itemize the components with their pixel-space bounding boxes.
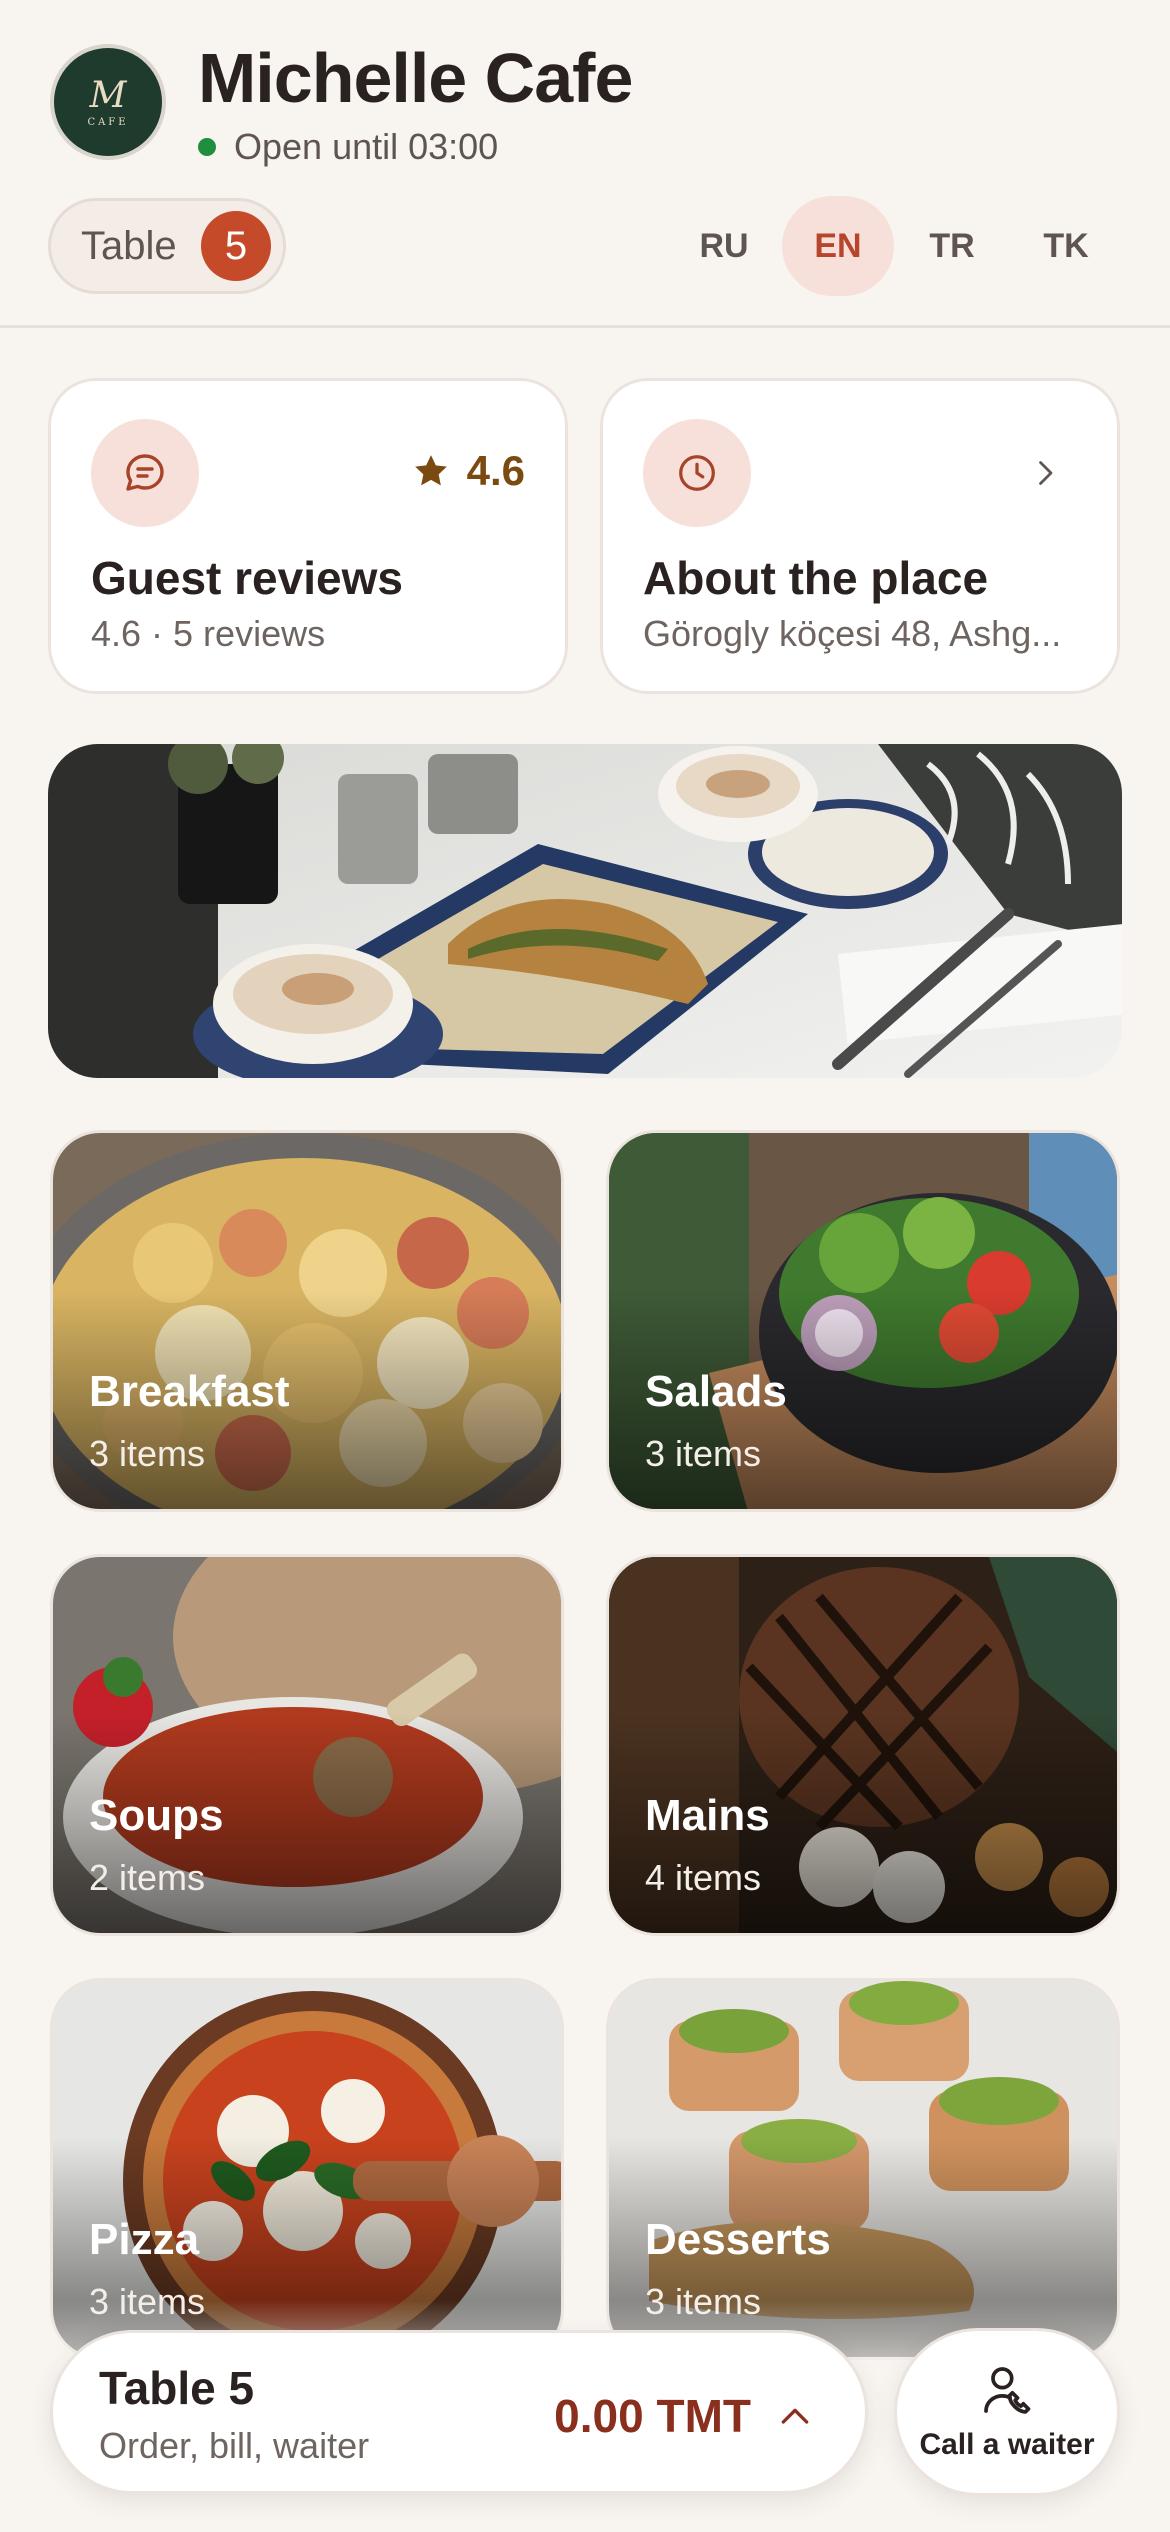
order-table-title: Table 5	[99, 2362, 255, 2414]
lang-ru[interactable]: RU	[668, 196, 780, 296]
category-count: 2 items	[89, 1857, 206, 1898]
category-card-salads[interactable]: Salads 3 items	[606, 1130, 1120, 1512]
cafe-logo: M CAFE	[50, 44, 166, 160]
table-number: 5	[201, 211, 271, 281]
chat-bubble-icon	[91, 419, 199, 527]
category-name: Desserts	[645, 2215, 831, 2264]
star-icon	[414, 455, 447, 486]
category-card-breakfast[interactable]: Breakfast 3 items	[50, 1130, 564, 1512]
order-total: 0.00 TMT	[554, 2390, 751, 2442]
chevron-up-icon	[781, 2408, 809, 2424]
order-summary-bar[interactable]: Table 5 Order, bill, waiter 0.00 TMT	[50, 2330, 868, 2494]
table-label: Table	[81, 223, 177, 268]
clock-icon	[643, 419, 751, 527]
reviews-subtitle: 4.6 · 5 reviews	[91, 613, 326, 654]
category-count: 3 items	[645, 1433, 762, 1474]
lang-en[interactable]: EN	[782, 196, 894, 296]
order-subtitle: Order, bill, waiter	[99, 2425, 370, 2466]
category-card-soups[interactable]: Soups 2 items	[50, 1554, 564, 1936]
rating-value: 4.6	[466, 447, 525, 494]
about-address: Görogly köçesi 48, Ashg...	[643, 613, 1062, 654]
language-switcher: RU EN TR TK	[668, 196, 1124, 296]
person-phone-icon	[984, 2367, 1031, 2414]
category-name: Soups	[89, 1791, 224, 1840]
call-waiter-label: Call a waiter	[919, 2428, 1095, 2461]
call-waiter-button[interactable]: Call a waiter	[894, 2328, 1120, 2496]
reviews-title: Guest reviews	[91, 552, 403, 604]
status-text: Open until 03:00	[234, 126, 499, 167]
category-name: Salads	[645, 1367, 787, 1416]
hero-image	[48, 744, 1122, 1078]
category-count: 4 items	[645, 1857, 762, 1898]
cafe-name: Michelle Cafe	[198, 39, 633, 117]
table-badge[interactable]: Table 5	[48, 198, 286, 294]
lang-tr[interactable]: TR	[896, 196, 1008, 296]
about-place-card[interactable]: About the place Görogly köçesi 48, Ashg.…	[600, 378, 1120, 694]
lang-tk[interactable]: TK	[1010, 196, 1122, 296]
chevron-right-icon	[1039, 461, 1053, 485]
category-name: Mains	[645, 1791, 770, 1840]
open-status: Open until 03:00	[198, 126, 498, 168]
about-title: About the place	[643, 552, 989, 604]
logo-letter: M	[89, 74, 127, 116]
category-card-mains[interactable]: Mains 4 items	[606, 1554, 1120, 1936]
logo-subtext: CAFE	[87, 116, 129, 128]
category-name: Pizza	[89, 2215, 200, 2264]
category-count: 3 items	[89, 1433, 206, 1474]
rating: 4.6	[411, 447, 525, 495]
guest-reviews-card[interactable]: 4.6 Guest reviews 4.6 · 5 reviews	[48, 378, 568, 694]
status-dot-icon	[198, 138, 216, 156]
category-name: Breakfast	[89, 1367, 290, 1416]
header: M CAFE Michelle Cafe Open until 03:00 Ta…	[0, 0, 1170, 328]
